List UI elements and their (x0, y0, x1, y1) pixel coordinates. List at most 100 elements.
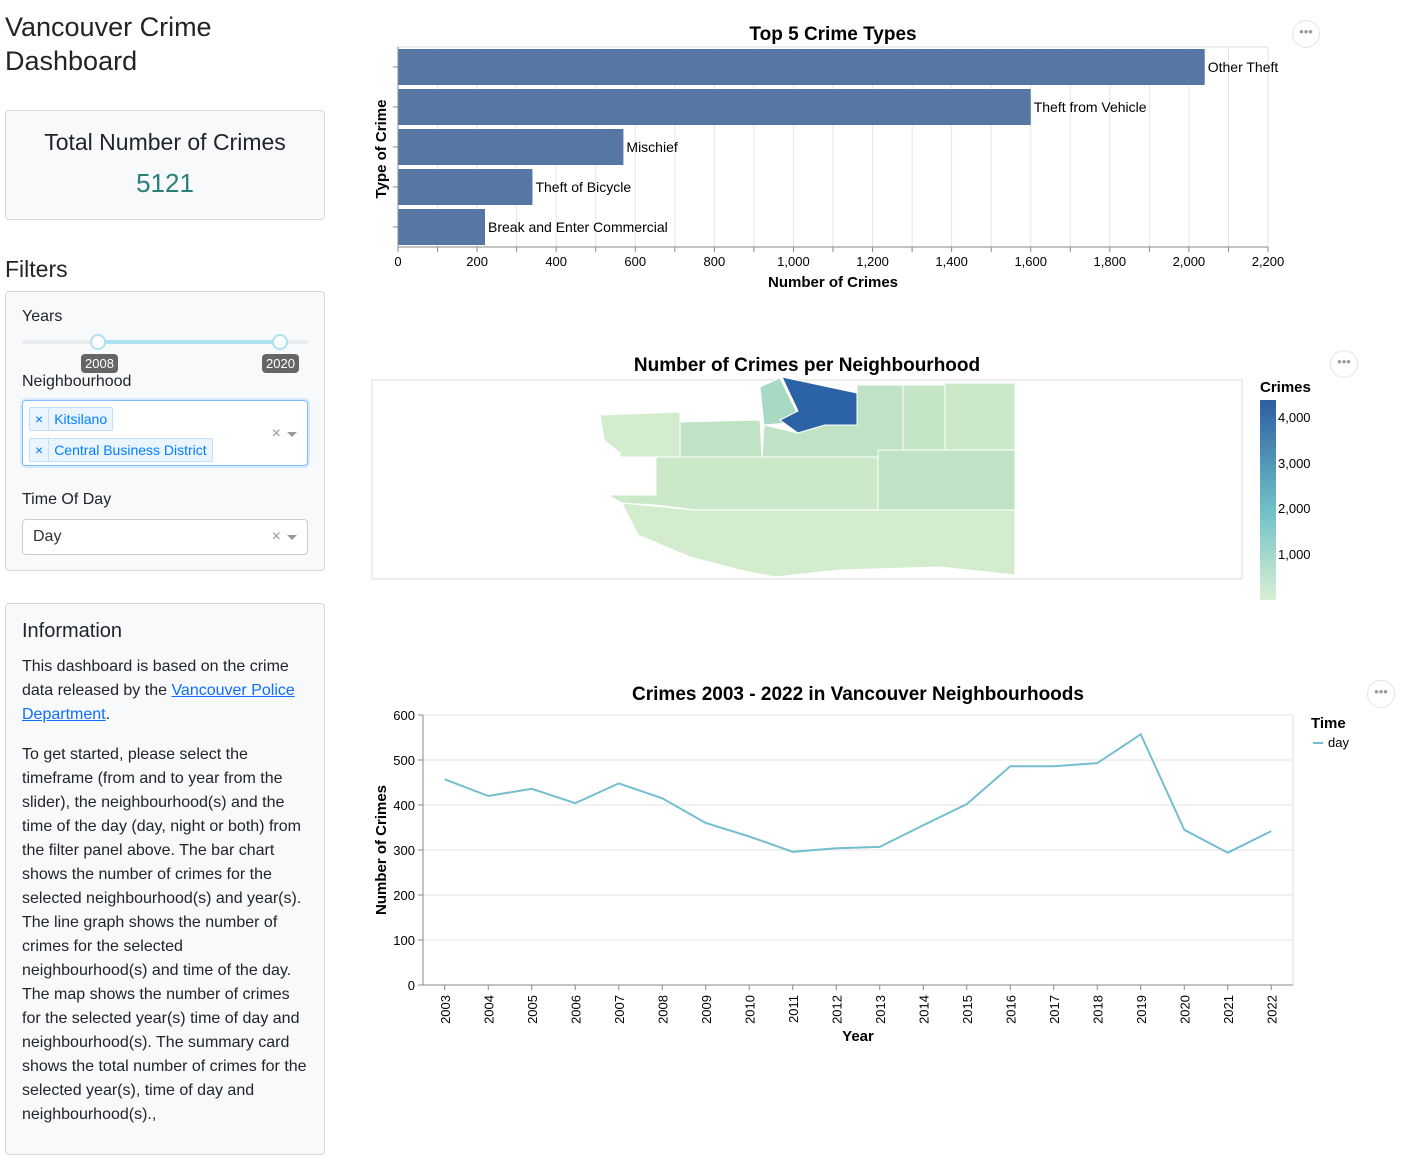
x-tick-label: 2004 (481, 995, 496, 1024)
chart-title: Crimes 2003 - 2022 in Vancouver Neighbou… (632, 684, 1084, 705)
x-tick-label: 1,800 (1094, 254, 1127, 269)
chart-actions-menu[interactable]: ••• (1292, 20, 1320, 48)
information-card: Information This dashboard is based on t… (5, 603, 325, 1155)
y-tick-label: 500 (393, 753, 415, 768)
time-of-day-select[interactable]: Day × (22, 519, 308, 555)
chart-actions-menu[interactable]: ••• (1330, 350, 1358, 378)
summary-title: Total Number of Crimes (44, 129, 286, 155)
bar-label: Theft from Vehicle (1034, 99, 1147, 115)
x-tick-label: 2018 (1090, 995, 1105, 1024)
y-axis-label: Type of Crime (373, 100, 390, 199)
information-paragraph-2: To get started, please select the timefr… (22, 746, 307, 1123)
x-tick-label: 2012 (829, 995, 844, 1024)
y-tick-label: 0 (408, 978, 415, 993)
legend-tick: 3,000 (1278, 456, 1311, 471)
chip-label: Central Business District (54, 442, 207, 458)
summary-card: Total Number of Crimes 5121 (5, 110, 325, 220)
information-title: Information (22, 620, 123, 642)
y-tick-label: 300 (393, 843, 415, 858)
chevron-down-icon[interactable] (287, 432, 297, 437)
x-tick-label: 400 (545, 254, 567, 269)
legend-tick: 2,000 (1278, 501, 1311, 516)
x-tick-label: 2022 (1264, 995, 1279, 1024)
x-tick-label: 2020 (1177, 995, 1192, 1024)
information-paragraph-1: This dashboard is based on the crime dat… (22, 655, 308, 727)
x-tick-label: 2,200 (1252, 254, 1285, 269)
year-to-handle[interactable] (272, 334, 288, 350)
map-region[interactable] (944, 382, 1016, 451)
chart-title: Top 5 Crime Types (749, 24, 916, 45)
x-axis-label: Year (842, 1028, 874, 1045)
x-tick-label: 2013 (873, 995, 888, 1024)
y-tick-label: 200 (393, 888, 415, 903)
neighbourhood-map-chart: Number of Crimes per Neighbourhood Crime… (371, 355, 1311, 600)
bar-label: Other Theft (1208, 59, 1279, 75)
bar (398, 129, 624, 165)
x-tick-label: 2008 (655, 995, 670, 1024)
filters-panel: Years 2008 2020 Neighbourhood × Kitsilan… (5, 291, 325, 571)
filters-heading: Filters (5, 256, 68, 282)
x-tick-label: 1,200 (856, 254, 889, 269)
chip-remove-icon[interactable]: × (30, 439, 50, 461)
x-tick-label: 600 (624, 254, 646, 269)
top-crime-types-chart: Top 5 Crime Types Type of Crime Number o… (373, 24, 1285, 291)
time-of-day-label: Time Of Day (22, 491, 112, 508)
years-label: Years (22, 308, 63, 325)
x-tick-label: 2003 (438, 995, 453, 1024)
x-tick-label: 1,400 (935, 254, 968, 269)
x-tick-label: 2015 (960, 995, 975, 1024)
x-tick-label: 2009 (699, 995, 714, 1024)
x-tick-label: 1,600 (1014, 254, 1047, 269)
bar (398, 169, 533, 205)
year-from-handle[interactable] (90, 334, 106, 350)
chip-remove-icon[interactable]: × (30, 408, 50, 430)
x-tick-label: 2005 (525, 995, 540, 1024)
clear-icon[interactable]: × (272, 425, 281, 443)
y-tick-label: 600 (393, 708, 415, 723)
map-region[interactable] (877, 449, 1016, 511)
info-text: . (105, 706, 111, 723)
map-region[interactable] (679, 419, 763, 458)
time-of-day-value: Day (33, 528, 62, 545)
bar (398, 49, 1205, 85)
x-tick-label: 0 (394, 254, 401, 269)
y-axis-label: Number of Crimes (373, 785, 390, 915)
years-slider-range (97, 340, 279, 344)
map-region[interactable] (902, 384, 946, 451)
series-line (444, 732, 1272, 854)
summary-value: 5121 (136, 168, 194, 198)
chip-label: Kitsilano (54, 411, 108, 427)
x-axis-label: Number of Crimes (768, 274, 898, 291)
year-to-tooltip: 2020 (262, 354, 299, 373)
y-tick-label: 100 (393, 933, 415, 948)
bar-label: Mischief (626, 139, 677, 155)
bar (398, 209, 485, 245)
neighbourhood-chip: × Central Business District (29, 438, 213, 462)
x-tick-label: 200 (466, 254, 488, 269)
x-tick-label: 2007 (612, 995, 627, 1024)
legend-tick: 4,000 (1278, 410, 1311, 425)
x-tick-label: 2006 (568, 995, 583, 1024)
x-tick-label: 2014 (916, 995, 931, 1024)
app-title-line2: Dashboard (5, 46, 138, 76)
chevron-down-icon[interactable] (287, 535, 297, 540)
color-legend-gradient (1260, 400, 1276, 600)
crimes-over-time-chart: Crimes 2003 - 2022 in Vancouver Neighbou… (373, 684, 1349, 1045)
clear-icon[interactable]: × (272, 528, 281, 546)
app-title-line1: Vancouver Crime (5, 12, 212, 42)
legend-tick: 1,000 (1278, 547, 1311, 562)
neighbourhood-multiselect[interactable]: × Kitsilano × Central Business District … (22, 400, 308, 466)
app-title: Vancouver Crime Dashboard (5, 10, 325, 78)
year-from-tooltip: 2008 (81, 354, 118, 373)
bar-label: Theft of Bicycle (535, 179, 631, 195)
x-tick-label: 2010 (742, 995, 757, 1024)
chart-actions-menu[interactable]: ••• (1367, 680, 1395, 708)
y-tick-label: 400 (393, 798, 415, 813)
bar (398, 89, 1031, 125)
bar-label: Break and Enter Commercial (488, 219, 668, 235)
neighbourhood-chip: × Kitsilano (29, 407, 114, 431)
neighbourhood-label: Neighbourhood (22, 373, 132, 390)
legend-title: Crimes (1260, 379, 1311, 396)
x-tick-label: 2017 (1047, 995, 1062, 1024)
x-tick-label: 2,000 (1173, 254, 1206, 269)
